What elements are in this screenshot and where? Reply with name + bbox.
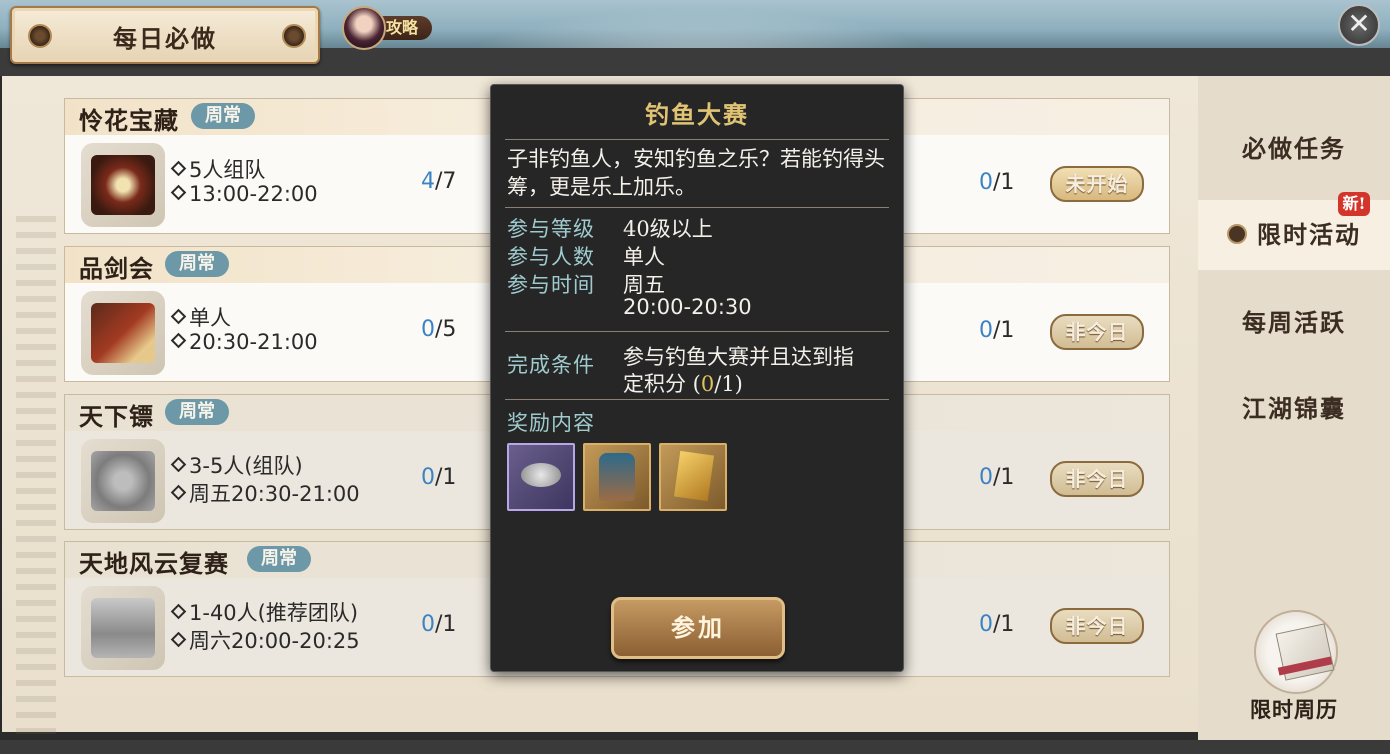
reward-label: 奖励内容 xyxy=(507,411,595,435)
activity-icon xyxy=(81,586,165,670)
limited-calendar-button[interactable]: 限时周历 xyxy=(1246,610,1342,730)
event-detail-popup: 钓鱼大赛 子非钓鱼人，安知钓鱼之乐？若能钓得头筹，更是乐上加乐。 参与等级 40… xyxy=(490,84,904,672)
progress-count: 4/7 xyxy=(421,169,457,194)
time-window: 周五20:30-21:00 xyxy=(170,478,360,508)
team-size: 5人组队 xyxy=(170,154,265,184)
guide-button[interactable]: 攻略 xyxy=(342,6,434,50)
calendar-book-icon xyxy=(1254,610,1338,694)
not-today-button[interactable]: 非今日 xyxy=(1050,314,1144,350)
silver-coins-icon[interactable] xyxy=(507,443,575,511)
progress-count: 0/1 xyxy=(421,465,457,490)
ornament-icon xyxy=(282,24,306,48)
banner-scenery xyxy=(420,0,980,52)
popup-title: 钓鱼大赛 xyxy=(645,100,749,129)
time-window: 20:30-21:00 xyxy=(170,330,318,354)
calendar-label: 限时周历 xyxy=(1250,697,1338,722)
level-label: 参与等级 xyxy=(507,217,595,241)
divider xyxy=(505,399,889,400)
level-value: 40级以上 xyxy=(623,217,713,241)
divider xyxy=(505,331,889,332)
team-size: 1-40人(推荐团队) xyxy=(170,597,358,627)
weekly-tag: 周常 xyxy=(165,399,229,425)
activity-icon xyxy=(81,143,165,227)
divider xyxy=(505,139,889,140)
activity-icon xyxy=(81,291,165,375)
weekly-tag: 周常 xyxy=(191,103,255,129)
new-badge: 新! xyxy=(1338,192,1370,216)
team-size: 单人 xyxy=(170,302,231,332)
weekly-tag: 周常 xyxy=(165,251,229,277)
guide-avatar-icon xyxy=(342,6,386,50)
join-button[interactable]: 参加 xyxy=(611,597,785,659)
time-range: 20:00-20:30 xyxy=(623,295,752,319)
activity-name: 天下镖 xyxy=(79,402,154,431)
menu-item-daily-tasks[interactable]: 必做任务 xyxy=(1198,114,1390,184)
weekly-tag: 周常 xyxy=(247,546,311,572)
selected-marker-icon xyxy=(1227,224,1247,244)
progress-count: 0/1 xyxy=(421,612,457,637)
time-window: 周六20:00-20:25 xyxy=(170,625,360,655)
menu-item-weekly-activity[interactable]: 每周活跃 xyxy=(1198,288,1390,358)
page-title: 每日必做 xyxy=(113,24,217,53)
not-today-button[interactable]: 非今日 xyxy=(1050,461,1144,497)
progress-count: 0/1 xyxy=(979,318,1015,343)
condition-progress: 定积分 (0/1) xyxy=(623,372,743,396)
activity-name: 天地风云复赛 xyxy=(79,549,229,578)
menu-item-tips[interactable]: 江湖锦囊 xyxy=(1198,374,1390,444)
time-window: 13:00-22:00 xyxy=(170,182,318,206)
progress-count: 0/1 xyxy=(979,612,1015,637)
activity-name: 品剑会 xyxy=(79,254,154,283)
progress-count: 0/1 xyxy=(979,465,1015,490)
people-value: 单人 xyxy=(623,245,665,269)
time-label: 参与时间 xyxy=(507,273,595,297)
people-label: 参与人数 xyxy=(507,245,595,269)
condition-label: 完成条件 xyxy=(507,353,595,377)
robe-icon[interactable] xyxy=(583,443,651,511)
progress-count: 0/1 xyxy=(979,170,1015,195)
condition-text: 参与钓鱼大赛并且达到指 xyxy=(623,345,854,369)
activity-name: 怜花宝藏 xyxy=(79,106,179,135)
not-today-button[interactable]: 非今日 xyxy=(1050,608,1144,644)
event-description: 子非钓鱼人，安知钓鱼之乐？若能钓得头筹，更是乐上加乐。 xyxy=(507,147,885,199)
title-plate: 每日必做 xyxy=(10,6,320,64)
team-size: 3-5人(组队) xyxy=(170,450,303,480)
progress-count: 0/5 xyxy=(421,317,457,342)
calligraphy-decoration xyxy=(16,216,56,736)
bottom-bar xyxy=(0,740,1390,754)
close-icon[interactable]: ✕ xyxy=(1338,4,1380,46)
divider xyxy=(505,207,889,208)
card-icon[interactable] xyxy=(659,443,727,511)
not-started-button[interactable]: 未开始 xyxy=(1050,166,1144,202)
activity-icon xyxy=(81,439,165,523)
